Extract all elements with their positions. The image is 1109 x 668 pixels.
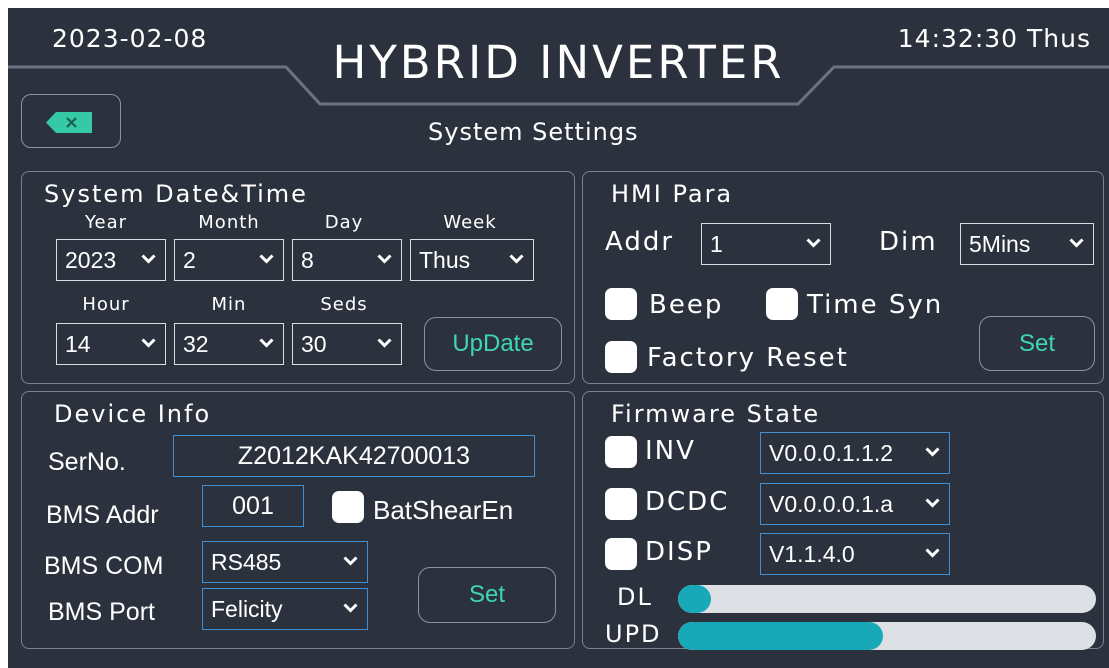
bms-port-value: Felicity [211, 595, 283, 622]
serno-field[interactable]: Z2012KAK42700013 [173, 435, 535, 477]
month-label: Month [198, 212, 260, 233]
dl-progress-bar [678, 585, 1096, 613]
dcdc-version-value: V0.0.0.0.1.a [769, 490, 894, 517]
upd-label: UPD [605, 620, 662, 648]
chevron-down-icon [141, 254, 156, 264]
bms-com-value: RS485 [211, 548, 282, 575]
time-syn-label: Time Syn [807, 290, 944, 320]
dcdc-checkbox[interactable] [605, 488, 637, 520]
day-select[interactable]: 8 [292, 239, 402, 281]
chevron-down-icon [925, 548, 940, 558]
seds-select[interactable]: 30 [292, 323, 402, 365]
device-info-panel: Device Info SerNo. Z2012KAK42700013 BMS … [21, 391, 575, 649]
month-select[interactable]: 2 [174, 239, 284, 281]
day-value: 8 [301, 246, 314, 273]
chevron-down-icon [377, 338, 392, 348]
hour-value: 14 [65, 330, 91, 357]
beep-checkbox[interactable] [605, 288, 637, 320]
chevron-down-icon [343, 556, 358, 566]
beep-label: Beep [649, 290, 724, 320]
bms-com-label: BMS COM [44, 552, 164, 580]
min-label: Min [211, 294, 247, 315]
disp-version-select[interactable]: V1.1.4.0 [760, 533, 950, 575]
device-set-button[interactable]: Set [418, 567, 556, 623]
backspace-icon [46, 112, 92, 133]
chevron-down-icon [925, 447, 940, 457]
chevron-down-icon [259, 338, 274, 348]
week-label: Week [443, 212, 497, 233]
week-value: Thus [419, 246, 471, 273]
inv-version-value: V0.0.0.1.1.2 [769, 439, 894, 466]
firmware-title: Firmware State [611, 400, 821, 428]
inv-checkbox[interactable] [605, 436, 637, 468]
inv-version-select[interactable]: V0.0.0.1.1.2 [760, 432, 950, 474]
seds-label: Seds [320, 294, 368, 315]
disp-version-value: V1.1.4.0 [769, 540, 855, 567]
hmi-title: HMI Para [611, 180, 734, 208]
hmi-set-button[interactable]: Set [979, 316, 1095, 371]
bms-port-label: BMS Port [48, 598, 155, 626]
hour-label: Hour [82, 294, 130, 315]
chevron-down-icon [1069, 238, 1084, 248]
chevron-down-icon [259, 254, 274, 264]
year-label: Year [84, 212, 128, 233]
day-label: Day [324, 212, 364, 233]
chevron-down-icon [806, 238, 821, 248]
bms-addr-label: BMS Addr [46, 501, 159, 529]
date-time-title: System Date&Time [44, 180, 308, 208]
year-select[interactable]: 2023 [56, 239, 166, 281]
chevron-down-icon [141, 338, 156, 348]
chevron-down-icon [343, 603, 358, 613]
week-select[interactable]: Thus [410, 239, 534, 281]
time-syn-checkbox[interactable] [766, 288, 798, 320]
inv-label: INV [645, 436, 696, 466]
bms-port-select[interactable]: Felicity [202, 588, 368, 630]
month-value: 2 [183, 246, 196, 273]
dim-value: 5Mins [969, 230, 1031, 257]
dim-label: Dim [879, 227, 938, 257]
upd-progress-fill [678, 622, 883, 650]
dl-progress-fill [678, 585, 712, 613]
inverter-screen: 2023-02-08 HYBRID INVERTER 14:32:30 Thus… [8, 8, 1109, 668]
dl-label: DL [617, 583, 653, 611]
seds-value: 30 [301, 330, 327, 357]
dcdc-version-select[interactable]: V0.0.0.0.1.a [760, 483, 950, 525]
update-button[interactable]: UpDate [424, 317, 562, 371]
chevron-down-icon [377, 254, 392, 264]
disp-checkbox[interactable] [605, 538, 637, 570]
min-select[interactable]: 32 [174, 323, 284, 365]
back-button[interactable] [21, 94, 121, 148]
chevron-down-icon [509, 254, 524, 264]
year-value: 2023 [65, 246, 117, 273]
date-time-panel: System Date&Time Year Month Day Week 202… [21, 171, 575, 384]
factory-reset-checkbox[interactable] [605, 341, 637, 373]
page-title: System Settings [428, 118, 639, 146]
disp-label: DISP [645, 537, 713, 567]
hmi-panel: HMI Para Addr 1 Dim 5Mins Beep Time Syn … [582, 171, 1104, 384]
hour-select[interactable]: 14 [56, 323, 166, 365]
device-info-title: Device Info [54, 400, 212, 428]
dim-select[interactable]: 5Mins [960, 223, 1094, 265]
addr-value: 1 [710, 230, 723, 257]
bat-shear-checkbox[interactable] [332, 491, 364, 523]
upd-progress-bar [678, 622, 1096, 650]
serno-label: SerNo. [48, 448, 126, 476]
chevron-down-icon [925, 498, 940, 508]
bms-com-select[interactable]: RS485 [202, 541, 368, 583]
header-clock: 14:32:30 Thus [897, 24, 1091, 53]
dcdc-label: DCDC [645, 487, 730, 517]
addr-label: Addr [605, 227, 675, 257]
addr-select[interactable]: 1 [701, 223, 831, 265]
min-value: 32 [183, 330, 209, 357]
firmware-panel: Firmware State INV V0.0.0.1.1.2 DCDC V0.… [582, 391, 1104, 650]
bat-shear-label: BatShearEn [373, 495, 514, 525]
bms-addr-field[interactable]: 001 [202, 485, 304, 527]
factory-reset-label: Factory Reset [647, 343, 849, 373]
